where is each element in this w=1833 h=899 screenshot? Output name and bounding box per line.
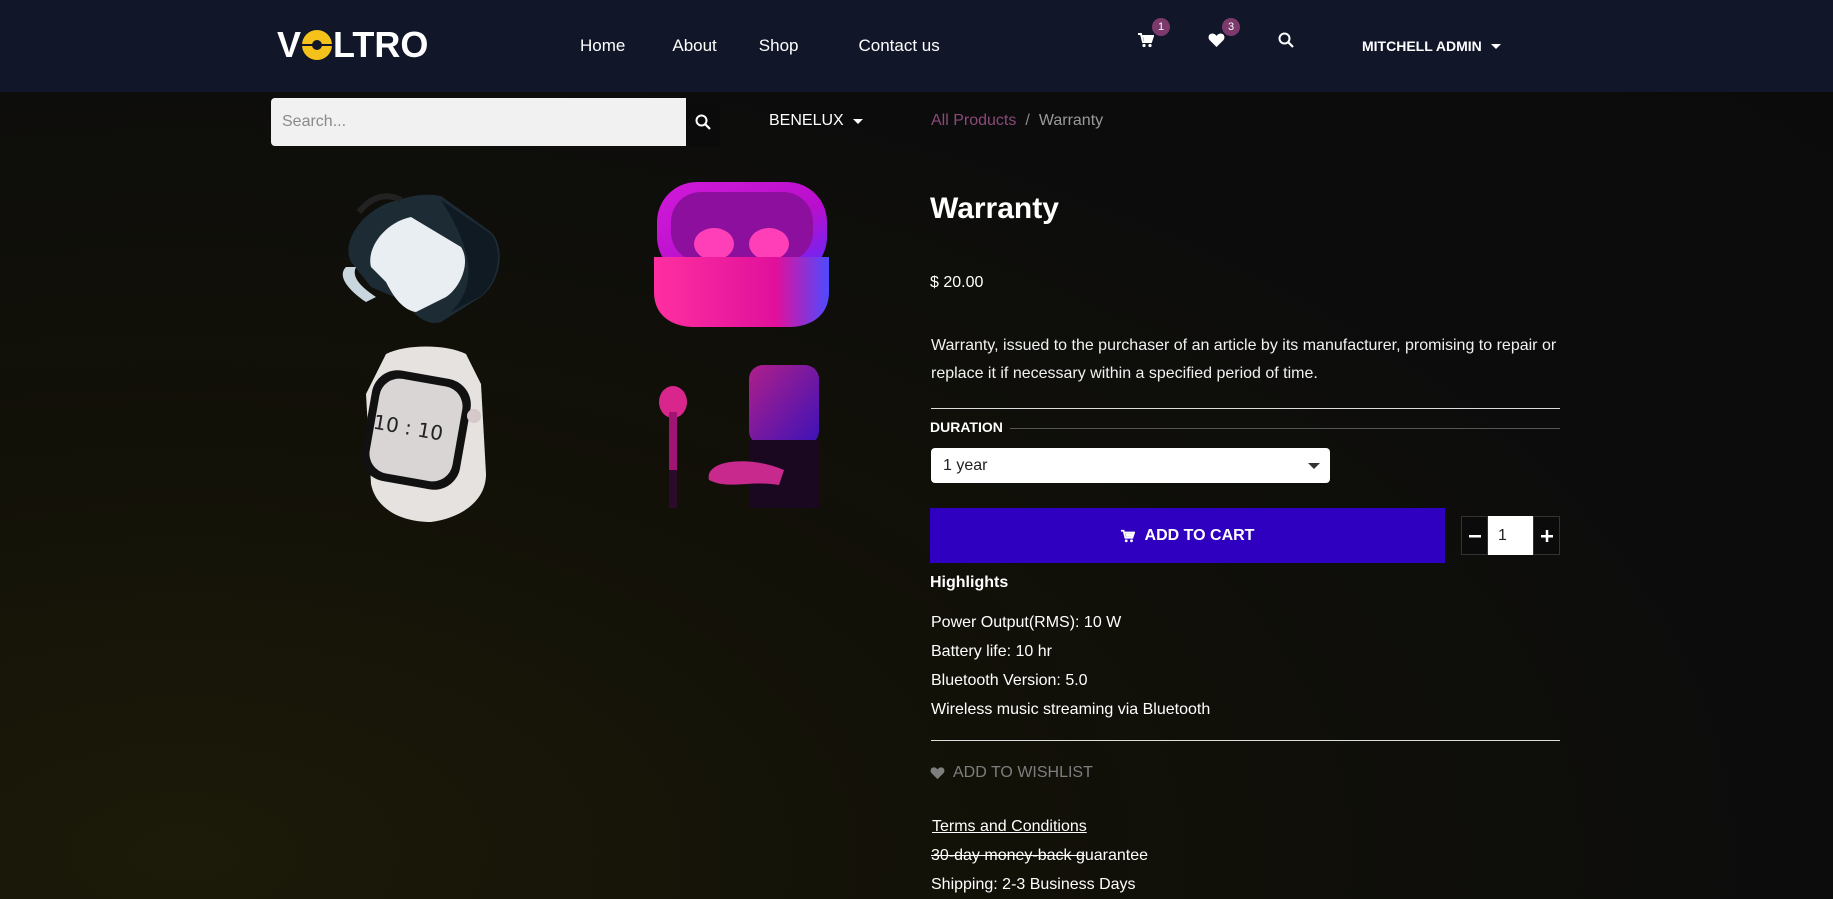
nav-home[interactable]: Home <box>580 36 625 56</box>
vr-headset-image[interactable] <box>331 172 511 332</box>
add-to-cart-button[interactable]: ADD TO CART <box>930 508 1445 563</box>
increase-quantity-button[interactable] <box>1533 516 1560 555</box>
cart-icon <box>1138 33 1155 48</box>
wishlist-button[interactable]: 3 <box>1208 18 1240 50</box>
highlights-title: Highlights <box>930 574 1009 591</box>
quantity-input[interactable]: 1 <box>1488 516 1533 555</box>
earbuds-case-image[interactable] <box>649 172 834 332</box>
breadcrumb: All Products / Warranty <box>931 112 1103 130</box>
user-name: MITCHELL ADMIN <box>1362 38 1482 54</box>
product-gallery: 10 : 10 <box>271 160 871 540</box>
duration-label: DURATION <box>930 419 1003 435</box>
divider <box>931 408 1560 409</box>
search-submit-button[interactable] <box>686 98 720 146</box>
heart-icon <box>1208 33 1225 47</box>
divider <box>1010 428 1560 429</box>
add-to-wishlist-button[interactable]: ADD TO WISHLIST <box>930 764 1093 782</box>
voltro-logo[interactable]: V LTRO <box>277 24 428 65</box>
wishlist-count-badge: 3 <box>1222 18 1240 36</box>
divider <box>931 740 1560 741</box>
pricelist-label: BENELUX <box>769 112 844 129</box>
nav-about[interactable]: About <box>672 36 716 56</box>
duration-selected-value: 1 year <box>943 456 988 474</box>
breadcrumb-current: Warranty <box>1038 112 1104 129</box>
search-icon <box>1278 32 1294 48</box>
chevron-down-icon <box>1490 43 1501 49</box>
moneyback-struck: 30-day money-back g <box>931 847 1085 864</box>
earbud-image[interactable] <box>649 360 834 510</box>
plus-icon <box>1540 529 1553 542</box>
cart-count-badge: 1 <box>1152 18 1170 36</box>
site-header: V LTRO Home About Shop Contact us 1 3 MIT… <box>0 0 1833 92</box>
highlights-list: Power Output(RMS): 10 W Battery life: 10… <box>931 608 1210 724</box>
product-description: Warranty, issued to the purchaser of an … <box>931 337 1557 382</box>
add-to-cart-label: ADD TO CART <box>1144 526 1255 544</box>
search-input[interactable] <box>271 98 686 146</box>
highlight-item: Bluetooth Version: 5.0 <box>931 672 1088 689</box>
nav-shop[interactable]: Shop <box>759 36 799 56</box>
duration-select[interactable]: 1 year <box>931 448 1330 483</box>
user-menu[interactable]: MITCHELL ADMIN <box>1362 38 1501 54</box>
cart-button[interactable]: 1 <box>1138 18 1170 50</box>
decrease-quantity-button[interactable] <box>1461 516 1488 555</box>
header-search-button[interactable] <box>1278 32 1296 50</box>
terms-link[interactable]: Terms and Conditions <box>932 818 1087 836</box>
search-icon <box>695 114 711 130</box>
breadcrumb-separator: / <box>1025 112 1030 129</box>
smartwatch-image[interactable]: 10 : 10 <box>346 344 506 524</box>
moneyback-text: 30-day money-back guarantee <box>931 847 1148 865</box>
highlight-item: Power Output(RMS): 10 W <box>931 614 1122 631</box>
moneyback-rest: uarantee <box>1084 847 1149 864</box>
product-title: Warranty <box>930 192 1059 225</box>
shipping-text: Shipping: 2-3 Business Days <box>931 876 1136 893</box>
chevron-down-icon <box>852 118 863 124</box>
pricelist-dropdown[interactable]: BENELUX <box>769 112 863 130</box>
highlight-item: Wireless music streaming via Bluetooth <box>931 701 1211 718</box>
quantity-stepper: 1 <box>1461 516 1560 555</box>
chevron-down-icon <box>1308 462 1320 469</box>
main-nav: Home About Shop Contact us <box>580 36 980 56</box>
cart-icon <box>1120 529 1135 542</box>
nav-contact[interactable]: Contact us <box>859 36 940 56</box>
heart-icon <box>930 767 945 780</box>
product-price: $ 20.00 <box>930 274 984 291</box>
highlight-item: Battery life: 10 hr <box>931 643 1052 660</box>
add-to-wishlist-label: ADD TO WISHLIST <box>953 764 1093 781</box>
breadcrumb-all-products[interactable]: All Products <box>931 112 1016 130</box>
logo-disc-icon <box>302 30 333 60</box>
minus-icon <box>1468 534 1481 537</box>
